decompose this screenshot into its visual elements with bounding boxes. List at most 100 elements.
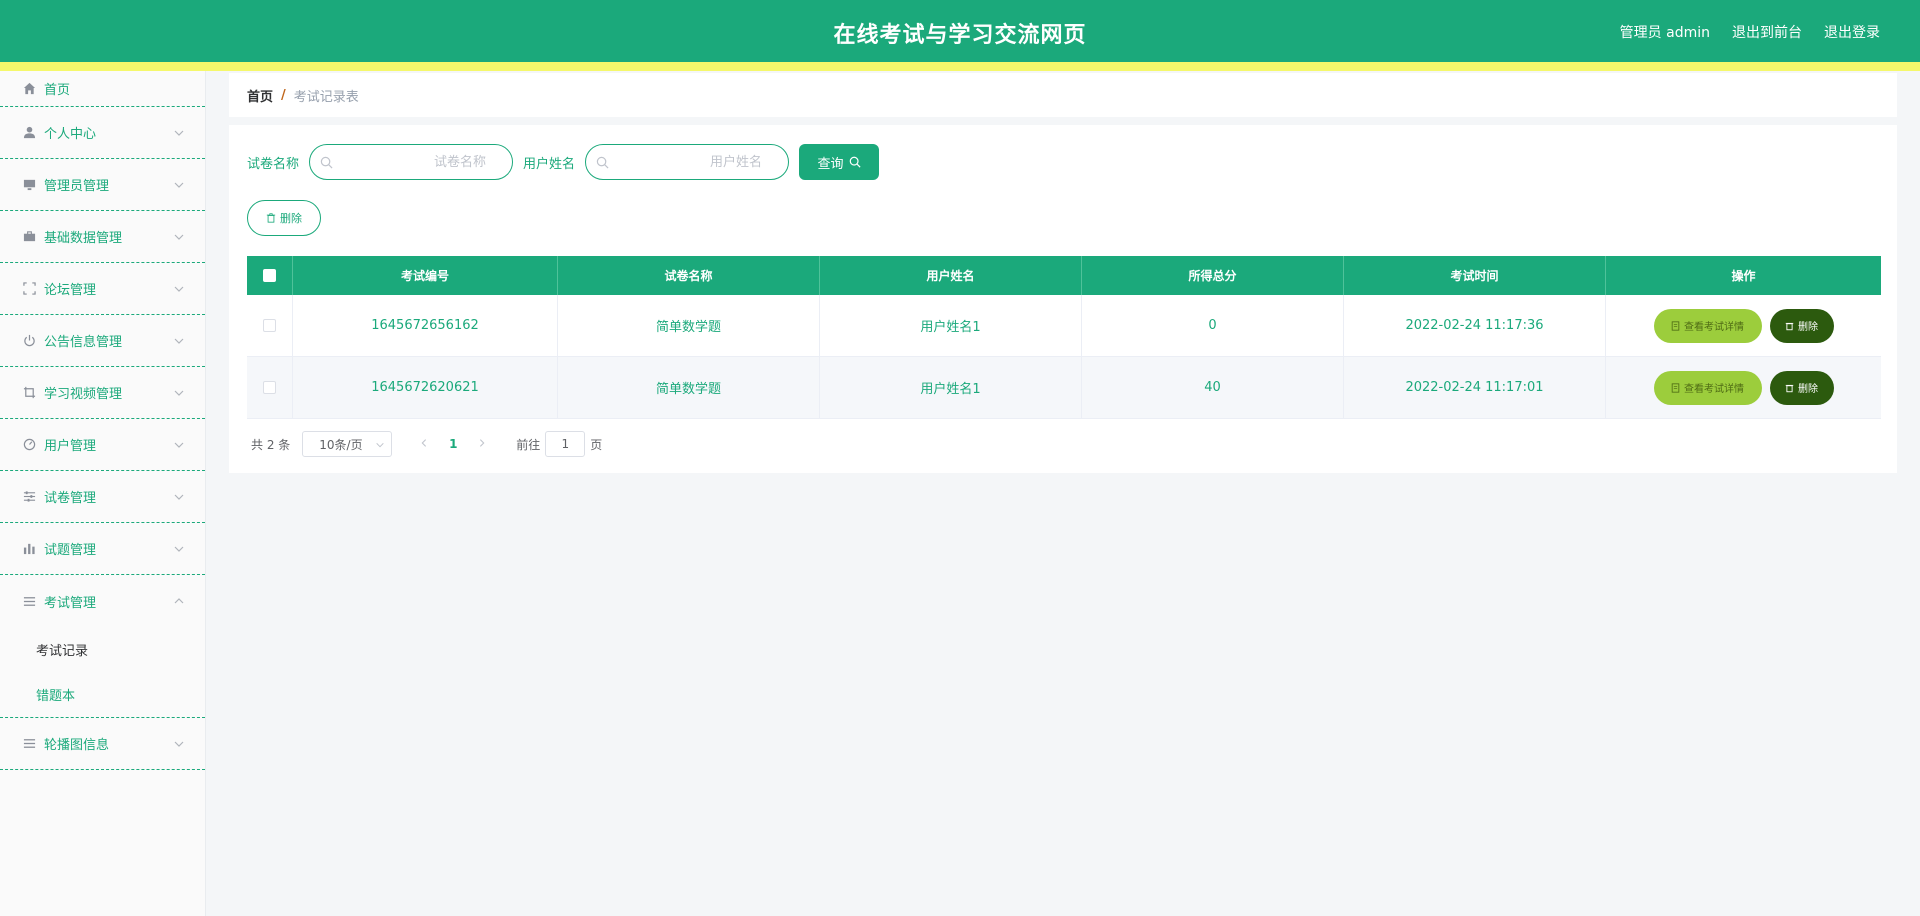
exam-time-cell: 2022-02-24 11:17:01 bbox=[1344, 357, 1606, 418]
paper-name-label: 试卷名称 bbox=[247, 156, 300, 172]
sidebar-item-label: 公告信息管理 bbox=[44, 335, 123, 350]
row-checkbox[interactable] bbox=[263, 381, 276, 394]
breadcrumb-current: 考试记录表 bbox=[293, 89, 359, 105]
chevron-down-icon bbox=[174, 546, 184, 552]
operation-cell: 查看考试详情 删除 bbox=[1606, 357, 1881, 418]
chevron-down-icon bbox=[174, 286, 184, 292]
row-select-cell bbox=[247, 295, 293, 356]
page-number-current[interactable]: 1 bbox=[436, 437, 470, 451]
exam-number-cell: 1645672656162 bbox=[293, 295, 558, 356]
view-exam-detail-button[interactable]: 查看考试详情 bbox=[1653, 370, 1762, 405]
column-header[interactable]: 考试时间 bbox=[1344, 256, 1606, 295]
select-all-cell bbox=[247, 256, 293, 295]
column-header[interactable]: 用户姓名 bbox=[820, 256, 1082, 295]
sidebar-item-personal-center[interactable]: 个人中心 bbox=[0, 107, 205, 159]
sidebar-item-label: 用户管理 bbox=[44, 439, 97, 454]
sidebar-item-label: 轮播图信息 bbox=[44, 738, 110, 753]
bar-chart-icon bbox=[22, 542, 36, 556]
batch-delete-label: 删除 bbox=[280, 213, 302, 225]
query-button[interactable]: 查询 bbox=[799, 144, 880, 180]
sidebar-item-label: 试卷管理 bbox=[44, 491, 97, 506]
score-cell: 0 bbox=[1082, 295, 1344, 356]
column-header[interactable]: 试卷名称 bbox=[558, 256, 820, 295]
trash-icon bbox=[266, 213, 276, 223]
exam-record-table: 考试编号 试卷名称 用户姓名 所得总分 考试时间 操作 164567265616… bbox=[247, 256, 1881, 419]
exam-time-cell: 2022-02-24 11:17:36 bbox=[1344, 295, 1606, 356]
view-exam-detail-button[interactable]: 查看考试详情 bbox=[1653, 308, 1762, 343]
exit-to-front-link[interactable]: 退出到前台 bbox=[1732, 22, 1802, 42]
crop-icon bbox=[22, 386, 36, 400]
column-header[interactable]: 所得总分 bbox=[1082, 256, 1344, 295]
sidebar-item-announcement[interactable]: 公告信息管理 bbox=[0, 315, 205, 367]
chevron-down-icon bbox=[376, 442, 384, 448]
sidebar-item-forum[interactable]: 论坛管理 bbox=[0, 263, 205, 315]
chevron-down-icon bbox=[174, 338, 184, 344]
user-name-cell: 用户姓名1 bbox=[820, 357, 1082, 418]
user-name-label: 用户姓名 bbox=[523, 156, 576, 172]
row-delete-button[interactable]: 删除 bbox=[1769, 370, 1834, 405]
exam-number-cell: 1645672620621 bbox=[293, 357, 558, 418]
top-header: 在线考试与学习交流网页 管理员 admin 退出到前台 退出登录 bbox=[0, 0, 1920, 62]
header-accent-strip bbox=[0, 62, 1920, 71]
sidebar-item-carousel[interactable]: 轮播图信息 bbox=[0, 718, 205, 770]
menu-icon bbox=[22, 594, 36, 608]
sidebar-item-label: 试题管理 bbox=[44, 543, 97, 558]
sidebar-item-label: 管理员管理 bbox=[44, 179, 110, 194]
goto-prefix: 前往 bbox=[516, 437, 541, 452]
exam-submenu: 考试记录 错题本 bbox=[0, 627, 205, 718]
breadcrumb-home[interactable]: 首页 bbox=[247, 86, 273, 105]
user-name-search-box bbox=[585, 144, 790, 180]
paper-name-input[interactable] bbox=[310, 145, 513, 179]
chevron-down-icon bbox=[174, 442, 184, 448]
row-delete-label: 删除 bbox=[1798, 322, 1818, 333]
view-exam-detail-label: 查看考试详情 bbox=[1684, 384, 1744, 395]
chevron-left-icon bbox=[421, 439, 427, 447]
user-name-input[interactable] bbox=[586, 145, 789, 179]
table-row: 1645672656162 简单数学题 用户姓名1 0 2022-02-24 1… bbox=[247, 295, 1881, 357]
select-all-checkbox[interactable] bbox=[263, 269, 276, 282]
chevron-down-icon bbox=[174, 494, 184, 500]
batch-delete-button[interactable]: 删除 bbox=[247, 200, 321, 236]
submenu-item-exam-record[interactable]: 考试记录 bbox=[0, 627, 205, 672]
row-delete-button[interactable]: 删除 bbox=[1769, 308, 1834, 343]
briefcase-icon bbox=[22, 230, 36, 244]
submenu-item-wrong-book[interactable]: 错题本 bbox=[0, 672, 205, 717]
document-icon bbox=[1671, 320, 1680, 331]
row-checkbox[interactable] bbox=[263, 319, 276, 332]
prev-page-button[interactable] bbox=[412, 437, 436, 451]
trash-icon bbox=[1785, 384, 1794, 392]
breadcrumb-separator: / bbox=[281, 87, 286, 103]
sidebar-item-home[interactable]: 首页 bbox=[0, 71, 205, 107]
column-header[interactable]: 考试编号 bbox=[293, 256, 558, 295]
next-page-button[interactable] bbox=[470, 437, 494, 451]
goto-page-input[interactable] bbox=[545, 431, 586, 457]
search-icon bbox=[320, 156, 333, 169]
monitor-icon bbox=[22, 178, 36, 192]
user-name-cell: 用户姓名1 bbox=[820, 295, 1082, 356]
sidebar-item-label: 考试管理 bbox=[44, 595, 97, 611]
sidebar-item-video[interactable]: 学习视频管理 bbox=[0, 367, 205, 419]
sidebar-item-basic-data[interactable]: 基础数据管理 bbox=[0, 211, 205, 263]
sidebar-item-exam-management[interactable]: 考试管理 bbox=[0, 575, 205, 627]
sidebar-item-user-management[interactable]: 用户管理 bbox=[0, 419, 205, 471]
sidebar-item-question-management[interactable]: 试题管理 bbox=[0, 523, 205, 575]
page-size-select[interactable]: 10条/页 bbox=[302, 431, 393, 457]
content-card: 试卷名称 用户姓名 查询 删除 考试编号 试卷名称 用户姓名 所得总分 考试时间… bbox=[229, 125, 1897, 473]
chevron-right-icon bbox=[480, 439, 485, 447]
sidebar-item-paper-management[interactable]: 试卷管理 bbox=[0, 471, 205, 523]
admin-user-label: 管理员 admin bbox=[1619, 25, 1710, 41]
sidebar-item-label: 首页 bbox=[44, 83, 71, 98]
page-size-value: 10条/页 bbox=[319, 437, 363, 452]
table-row: 1645672620621 简单数学题 用户姓名1 40 2022-02-24 … bbox=[247, 357, 1881, 419]
total-count: 共 2 条 bbox=[251, 437, 291, 452]
home-icon bbox=[22, 82, 36, 96]
chevron-down-icon bbox=[174, 234, 184, 240]
sidebar: 首页 个人中心 管理员管理 基础数据管理 论坛管理 公告信息管理 学习视频管理 … bbox=[0, 71, 206, 916]
paper-name-cell: 简单数学题 bbox=[558, 357, 820, 418]
breadcrumb: 首页 / 考试记录表 bbox=[229, 73, 1897, 117]
power-icon bbox=[22, 334, 36, 348]
sidebar-item-admin-management[interactable]: 管理员管理 bbox=[0, 159, 205, 211]
table-header: 考试编号 试卷名称 用户姓名 所得总分 考试时间 操作 bbox=[247, 256, 1881, 295]
chevron-up-icon bbox=[174, 598, 184, 604]
logout-link[interactable]: 退出登录 bbox=[1824, 22, 1880, 42]
